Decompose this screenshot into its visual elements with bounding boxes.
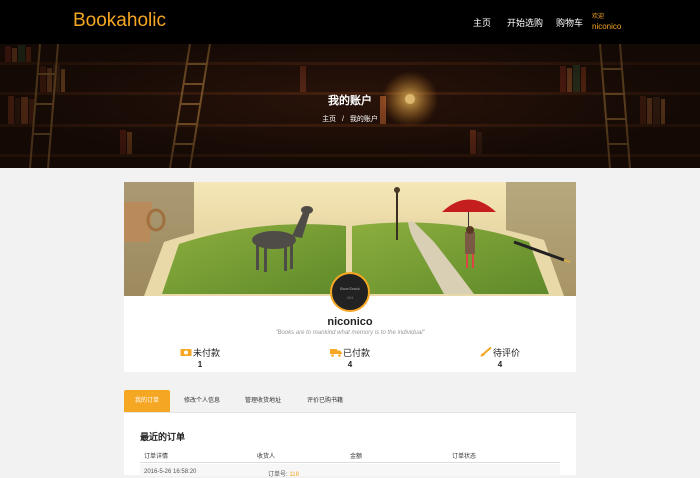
tab-my-orders[interactable]: 我的订单 (124, 390, 170, 412)
breadcrumb: 主页 / 我的账户 (0, 114, 700, 124)
stat-paid-count: 4 (347, 360, 353, 369)
stat-to-review-count: 4 (497, 360, 503, 369)
stat-unpaid-count: 1 (197, 360, 203, 369)
stat-paid[interactable]: 已付款 4 (300, 346, 400, 369)
tab-edit-profile[interactable]: 修改个人信息 (174, 390, 230, 412)
user-welcome[interactable]: 欢迎 niconico (592, 12, 621, 32)
col-amount: 金额 (350, 454, 363, 460)
breadcrumb-separator: / (342, 116, 344, 123)
tab-manage-address[interactable]: 管理收货地址 (235, 390, 291, 412)
brush-icon (480, 347, 492, 357)
order-date: 2016-5-26 16:58:20 (144, 469, 197, 475)
col-recipient: 收货人 (257, 454, 276, 460)
order-number-label: 订单号: (268, 472, 288, 478)
col-order-detail: 订单详情 (144, 454, 169, 460)
order-number[interactable]: 订单号: 118 (268, 469, 299, 478)
breadcrumb-current: 我的账户 (349, 116, 378, 123)
avatar-text-line2: 404 (346, 295, 354, 300)
welcome-label: 欢迎 (592, 14, 605, 20)
welcome-username[interactable]: niconico (592, 22, 621, 32)
breadcrumb-home[interactable]: 主页 (322, 116, 336, 123)
tab-review-books[interactable]: 评价已购书籍 (297, 390, 353, 412)
page-title: 我的账户 (328, 95, 372, 107)
table-row[interactable] (140, 464, 560, 476)
stat-unpaid-label: 未付款 (192, 348, 220, 358)
profile-card: BoonTaack 404 niconico "Books are to man… (124, 182, 576, 372)
money-icon (180, 349, 192, 356)
order-number-value[interactable]: 118 (289, 472, 299, 478)
profile-username: niconico (327, 316, 373, 328)
nav-home[interactable]: 主页 (473, 16, 491, 29)
profile-quote: "Books are to mankind what memory is to … (275, 330, 425, 336)
orders-title: 最近的订单 (140, 432, 186, 442)
hero-banner: 我的账户 主页 / 我的账户 (0, 44, 700, 168)
nav-shop[interactable]: 开始选购 (507, 16, 543, 29)
stat-to-review-label: 待评价 (492, 348, 520, 358)
stat-to-review[interactable]: 待评价 4 (450, 346, 550, 369)
col-order-status: 订单状态 (452, 454, 477, 460)
top-navbar: Bookaholic 主页 开始选购 购物车 欢迎 niconico (0, 0, 700, 44)
header-divider (140, 462, 560, 463)
brand-logo[interactable]: Bookaholic (73, 10, 166, 32)
truck-icon (329, 349, 342, 357)
nav-cart[interactable]: 购物车 (556, 16, 583, 29)
stat-paid-label: 已付款 (342, 348, 370, 358)
stat-unpaid[interactable]: 未付款 1 (150, 346, 250, 369)
avatar-text-line1: BoonTaack (340, 286, 360, 291)
orders-panel: 最近的订单 订单详情 收货人 金额 订单状态 2016-5-26 16:58:2… (124, 412, 576, 478)
avatar[interactable]: BoonTaack 404 (330, 272, 370, 312)
